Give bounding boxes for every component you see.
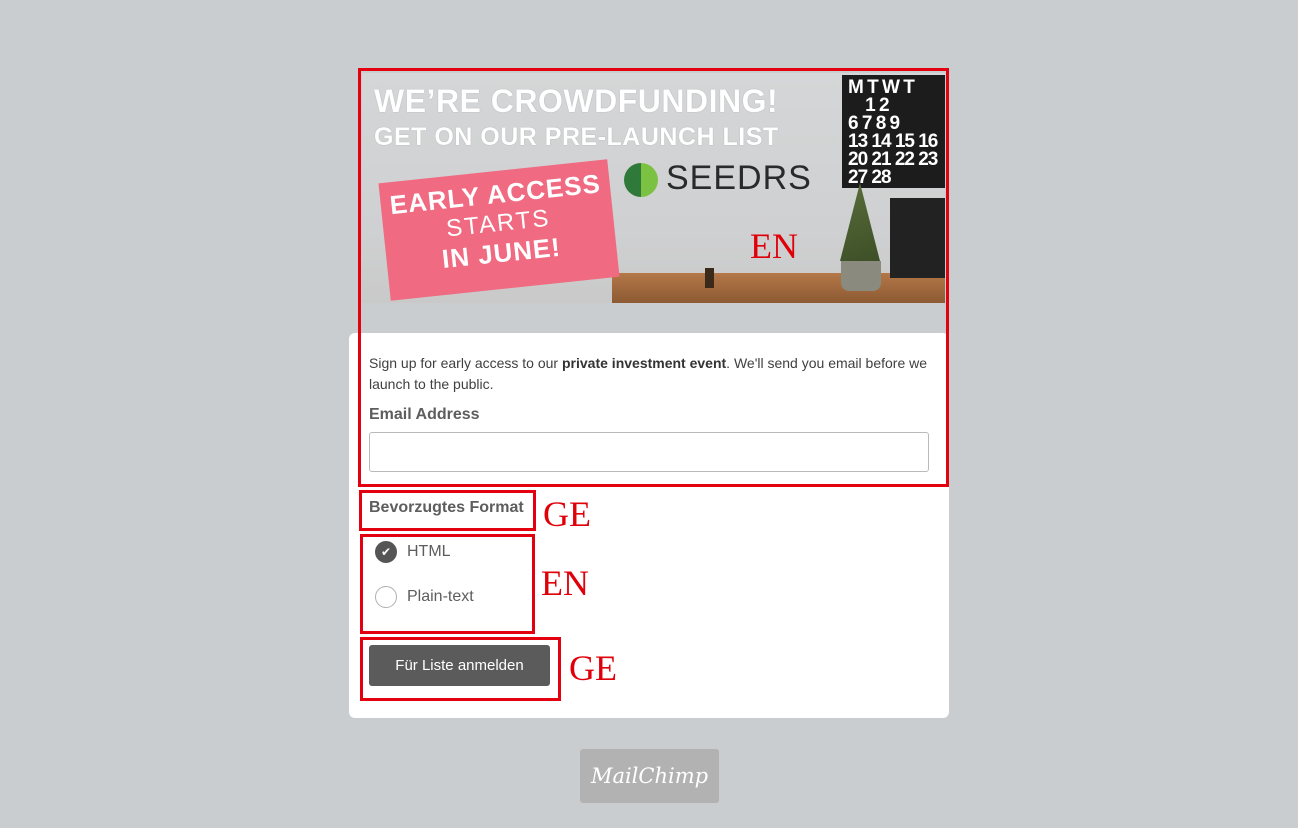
annotation-box-format-options — [360, 534, 535, 634]
annotation-box-banner-email — [358, 68, 949, 487]
annotation-label-en: EN — [750, 226, 798, 266]
annotation-box-submit — [360, 637, 561, 701]
mailchimp-badge[interactable]: MailChimp — [580, 749, 719, 803]
annotation-label-en: EN — [541, 563, 589, 603]
annotation-label-ge: GE — [569, 648, 617, 688]
annotation-box-format-label — [359, 490, 536, 531]
annotation-label-ge: GE — [543, 494, 591, 534]
